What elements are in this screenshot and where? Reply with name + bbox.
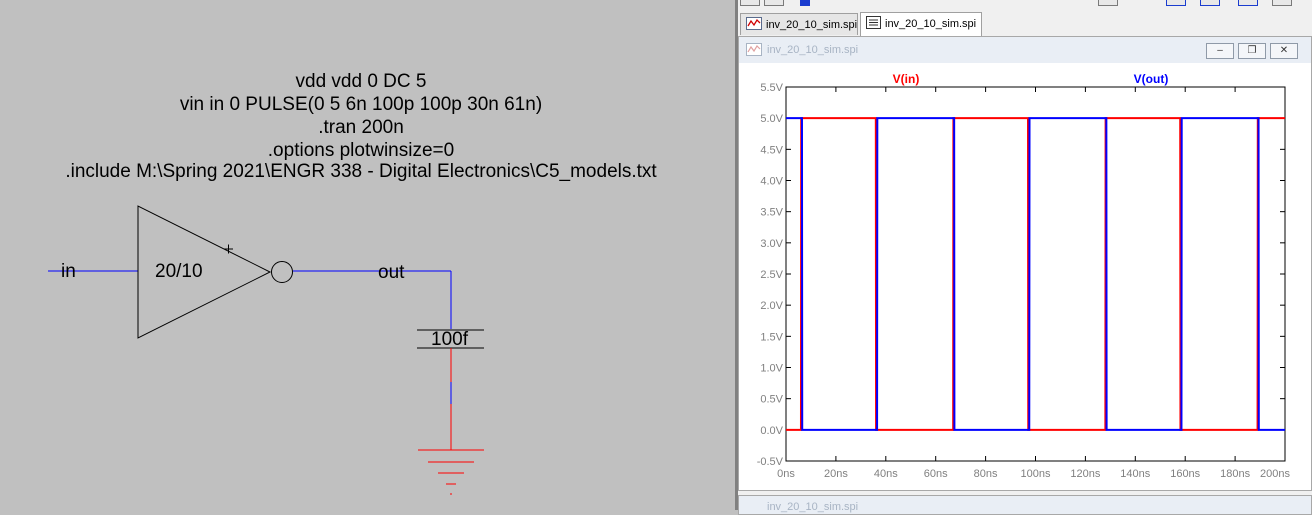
toolbar-button[interactable]	[764, 0, 784, 6]
y-tick-label: 2.5V	[760, 269, 783, 281]
y-tick-label: 1.0V	[760, 363, 783, 375]
plot-legend: V(in) V(out)	[893, 72, 1169, 86]
y-tick-label: 5.0V	[760, 113, 783, 125]
toolbar-button[interactable]	[1166, 0, 1186, 6]
x-tick-label: 100ns	[1021, 468, 1051, 480]
toolbar-button[interactable]	[1238, 0, 1258, 6]
toolbar-button[interactable]	[800, 0, 810, 6]
x-tick-label: 160ns	[1170, 468, 1200, 480]
waveform-icon	[746, 17, 762, 33]
waveform-plot[interactable]: -0.5V 0.0V 0.5V 1.0V 1.5V 2.0V 2.5V 3.0V 3.5V 4.0…	[739, 63, 1311, 490]
y-tick-label: 4.0V	[760, 176, 783, 188]
y-tick-label: -0.5V	[757, 456, 784, 468]
schematic-drawing	[48, 205, 484, 495]
schematic-canvas[interactable]: vdd vdd 0 DC 5 vin in 0 PULSE(0 5 6n 100…	[0, 0, 735, 510]
plot-frame	[785, 86, 1286, 462]
inverter-label[interactable]: 20/10	[155, 261, 203, 283]
toolbar-button[interactable]	[1272, 0, 1292, 6]
x-tick-label: 180ns	[1220, 468, 1250, 480]
document-tab-bar: inv_20_10_sim.spi inv_20_10_sim.spi	[738, 10, 1312, 37]
x-tick-label: 40ns	[874, 468, 898, 480]
y-tick-label: 0.0V	[760, 425, 783, 437]
netlist-icon	[866, 16, 881, 32]
y-tick-label: 1.5V	[760, 331, 783, 343]
y-tick-label: 5.5V	[760, 82, 783, 94]
waveform-window-icon	[746, 43, 762, 61]
x-tick-label: 80ns	[974, 468, 998, 480]
bottom-window-title: inv_20_10_sim.spi	[767, 501, 859, 513]
bottom-window-titlebar[interactable]: inv_20_10_sim.spi	[738, 495, 1312, 515]
waveform-window: inv_20_10_sim.spi – ❐ ✕ -0.5V 0.0V 0.5V 1.0…	[738, 36, 1312, 491]
x-tick-label: 60ns	[924, 468, 948, 480]
x-tick-label: 140ns	[1120, 468, 1150, 480]
waveform-pane: inv_20_10_sim.spi inv_20_10_sim.spi inv_…	[738, 0, 1312, 515]
toolbar-button[interactable]	[1098, 0, 1118, 6]
minimize-button[interactable]: –	[1206, 43, 1234, 59]
tab-netlist-label: inv_20_10_sim.spi	[885, 17, 977, 30]
legend-vin[interactable]: V(in)	[893, 72, 920, 86]
toolbar-button[interactable]	[740, 0, 760, 6]
capacitor-value[interactable]: 100f	[431, 329, 468, 351]
legend-vout[interactable]: V(out)	[1134, 72, 1169, 86]
y-tick-label: 0.5V	[760, 394, 783, 406]
inverter-bubble	[271, 261, 293, 283]
tab-waveform[interactable]: inv_20_10_sim.spi	[740, 13, 858, 35]
toolbar-button[interactable]	[898, 0, 918, 6]
restore-button[interactable]: ❐	[1238, 43, 1266, 59]
y-tick-label: 4.5V	[760, 144, 783, 156]
x-tick-label: 200ns	[1260, 468, 1290, 480]
net-label-in[interactable]: in	[61, 261, 76, 283]
y-tick-label: 3.0V	[760, 238, 783, 250]
tab-netlist[interactable]: inv_20_10_sim.spi	[860, 12, 982, 36]
x-tick-label: 20ns	[824, 468, 848, 480]
y-tick-label: 3.5V	[760, 207, 783, 219]
toolbar-strip	[738, 0, 1312, 10]
tab-waveform-label: inv_20_10_sim.spi	[766, 18, 858, 31]
waveform-window-titlebar[interactable]: inv_20_10_sim.spi – ❐ ✕	[739, 37, 1311, 63]
x-tick-label: 120ns	[1070, 468, 1100, 480]
net-label-out[interactable]: out	[378, 262, 404, 284]
y-tick-label: 2.0V	[760, 300, 783, 312]
waveform-window-title: inv_20_10_sim.spi	[767, 44, 859, 56]
toolbar-button[interactable]	[1200, 0, 1220, 6]
close-button[interactable]: ✕	[1270, 43, 1298, 59]
bottom-strip: inv_20_10_sim.spi	[738, 491, 1312, 515]
x-tick-label: 0ns	[777, 468, 795, 480]
